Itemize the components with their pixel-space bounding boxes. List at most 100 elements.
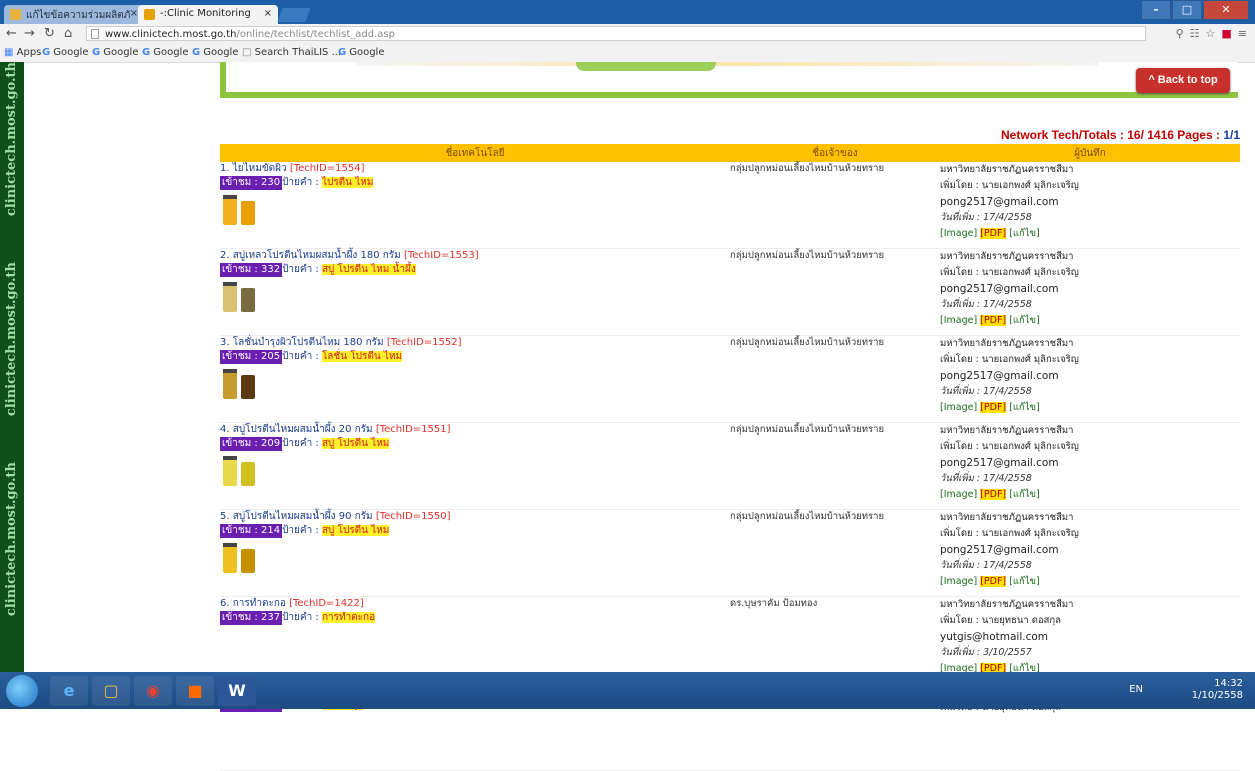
apps-icon: ▦: [4, 47, 14, 58]
edit-link[interactable]: [แก้ไข]: [1009, 315, 1040, 326]
tag-keywords[interactable]: โลชั่น โปรตีน ไหม: [321, 351, 403, 362]
tech-title-link[interactable]: 4. สบู่โปรตีนไหมผสมน้ำผึ้ง 20 กรัม: [220, 424, 373, 435]
edit-link[interactable]: [แก้ไข]: [1009, 576, 1040, 587]
tab-active[interactable]: -:Clinic Monitoring ×: [138, 5, 278, 24]
tech-id: [TechID=1550]: [375, 511, 451, 522]
view-count-badge: เข้าชม : 230: [220, 176, 283, 190]
tag-keywords[interactable]: สบู่ โปรตีน ไหม: [321, 438, 390, 449]
clock-date[interactable]: 1/10/2558: [1192, 690, 1243, 702]
tech-thumbnail[interactable]: [220, 280, 730, 314]
image-link[interactable]: [Image]: [940, 228, 977, 239]
tab-close-icon[interactable]: ×: [264, 8, 272, 19]
owner-name: กลุ่มปลูกหม่อนเลี้ยงไหมบ้านห้วยทราย: [730, 511, 885, 522]
maximize-icon[interactable]: □: [1172, 0, 1202, 20]
edit-link[interactable]: [แก้ไข]: [1009, 228, 1040, 239]
table-row: 2. สบู่เหลวโปรตีนไหมผสมน้ำผึ้ง 180 กรัม …: [220, 248, 1240, 336]
pdf-link[interactable]: [PDF]: [980, 315, 1007, 326]
image-link[interactable]: [Image]: [940, 576, 977, 587]
office-icon[interactable]: ■: [176, 676, 214, 706]
tag-keywords[interactable]: การทำตะกอ: [321, 612, 376, 623]
bookmark-star-icon[interactable]: ☆: [1206, 27, 1216, 40]
start-button[interactable]: [6, 675, 38, 707]
pdf-link[interactable]: [PDF]: [980, 402, 1007, 413]
menu-icon[interactable]: ≡: [1238, 27, 1247, 40]
pdf-link[interactable]: [PDF]: [980, 489, 1007, 500]
tech-title-link[interactable]: 5. สบู่โปรตีนไหมผสมน้ำผึ้ง 90 กรัม: [220, 511, 373, 522]
image-link[interactable]: [Image]: [940, 489, 977, 500]
tab-inactive[interactable]: แก้ไขข้อความร่วมผลิตภั ×: [4, 5, 144, 24]
language-indicator[interactable]: EN: [1129, 684, 1143, 696]
tech-thumbnail[interactable]: [220, 541, 730, 575]
back-to-top-button[interactable]: ^ Back to top: [1136, 68, 1230, 93]
tag-keywords[interactable]: ไปรตีน ไหม: [321, 177, 374, 188]
table-row: 3. โลชั่นบำรุงผิวโปรตีนไหม 180 กรัม [Tec…: [220, 335, 1240, 423]
bookmark-google[interactable]: G Google: [338, 47, 384, 58]
tags-label: ป้ายคำ :: [282, 264, 319, 275]
added-by: เพิ่มโดย : นายเอกพงศ์ มุลิกะเจริญ: [940, 441, 1079, 452]
tech-thumbnail[interactable]: [220, 193, 730, 227]
table-row: 4. สบู่โปรตีนไหมผสมน้ำผึ้ง 20 กรัม [Tech…: [220, 422, 1240, 510]
pdf-link[interactable]: [PDF]: [980, 228, 1007, 239]
edit-link[interactable]: [แก้ไข]: [1009, 489, 1040, 500]
header-pill: [576, 62, 716, 71]
word-icon[interactable]: W: [218, 676, 256, 706]
url-input[interactable]: www.clinictech.most.go.th/online/techlis…: [86, 26, 1146, 41]
owner-cell: กลุ่มปลูกหม่อนเลี้ยงไหมบ้านห้วยทราย: [730, 248, 940, 336]
bookmark-search-thailis[interactable]: □ Search ThaiLIS ...: [242, 47, 341, 58]
tag-keywords[interactable]: สบู่ โปรตีน ไหม: [321, 525, 390, 536]
bookmark-google[interactable]: G Google: [92, 47, 138, 58]
owner-name: กลุ่มปลูกหม่อนเลี้ยงไหมบ้านห้วยทราย: [730, 250, 885, 261]
view-count-badge: เข้าชม : 214: [220, 524, 283, 538]
tab-close-icon[interactable]: ×: [130, 8, 138, 19]
tech-title-link[interactable]: 2. สบู่เหลวโปรตีนไหมผสมน้ำผึ้ง 180 กรัม: [220, 250, 401, 261]
ie-icon[interactable]: e: [50, 676, 88, 706]
tech-id: [TechID=1553]: [403, 250, 479, 261]
image-link[interactable]: [Image]: [940, 402, 977, 413]
tech-title-link[interactable]: 1. ไยไหมขัดผิว: [220, 163, 287, 174]
tech-thumbnail[interactable]: [220, 454, 730, 488]
zoom-icon[interactable]: ⚲: [1176, 27, 1184, 40]
folder-icon[interactable]: ▢: [92, 676, 130, 706]
tab-label: แก้ไขข้อความร่วมผลิตภั: [26, 10, 131, 21]
tech-thumbnail[interactable]: [220, 367, 730, 401]
content-header-box: [220, 62, 1238, 98]
translate-icon[interactable]: ☷: [1190, 27, 1200, 40]
page-icon: [91, 29, 99, 39]
tech-name-cell: 3. โลชั่นบำรุงผิวโปรตีนไหม 180 กรัม [Tec…: [220, 335, 730, 423]
minimize-icon[interactable]: –: [1141, 0, 1171, 20]
windows-taskbar: e ▢ ◉ ■ W EN 14:32 1/10/2558: [0, 672, 1255, 709]
close-window-icon[interactable]: ✕: [1203, 0, 1249, 20]
image-link[interactable]: [Image]: [940, 315, 977, 326]
page-indicator[interactable]: 1/1: [1223, 128, 1240, 142]
organization: มหาวิทยาลัยราชภัฏนครราชสีมา: [940, 512, 1074, 523]
edit-link[interactable]: [แก้ไข]: [1009, 402, 1040, 413]
bookmark-google[interactable]: G Google: [42, 47, 88, 58]
date-added: วันที่เพิ่ม : 17/4/2558: [940, 560, 1032, 571]
tag-keywords[interactable]: สบู่ โปรตีน ไหม น้ำผึ้ง: [321, 264, 416, 275]
tech-name-cell: 4. สบู่โปรตีนไหมผสมน้ำผึ้ง 20 กรัม [Tech…: [220, 422, 730, 510]
pdf-link[interactable]: [PDF]: [980, 576, 1007, 587]
new-tab-button[interactable]: [277, 8, 311, 22]
owner-cell: กลุ่มปลูกหม่อนเลี้ยงไหมบ้านห้วยทราย: [730, 162, 940, 249]
reload-icon[interactable]: ↻: [44, 26, 55, 41]
date-added: วันที่เพิ่ม : 17/4/2558: [940, 299, 1032, 310]
tech-title-link[interactable]: 6. การทำตะกอ: [220, 598, 286, 609]
tech-title-link[interactable]: 3. โลชั่นบำรุงผิวโปรตีนไหม 180 กรัม: [220, 337, 384, 348]
home-icon[interactable]: ⌂: [64, 26, 72, 41]
organization: มหาวิทยาลัยราชภัฏนครราชสีมา: [940, 251, 1074, 262]
clock-time[interactable]: 14:32: [1192, 678, 1243, 690]
bookmark-apps[interactable]: ▦ Apps: [4, 47, 41, 58]
view-count-badge: เข้าชม : 209: [220, 437, 283, 451]
chrome-icon[interactable]: ◉: [134, 676, 172, 706]
extension-icon[interactable]: ■: [1221, 27, 1231, 40]
address-bar-actions: ⚲ ☷ ☆ ■ ≡: [1176, 27, 1247, 40]
tech-name-cell: 6. การทำตะกอ [TechID=1422] เข้าชม : 237 ป้…: [220, 596, 730, 684]
product-image-icon: [223, 456, 255, 486]
tags-label: ป้ายคำ :: [282, 351, 319, 362]
forward-arrow-icon[interactable]: →: [24, 26, 35, 41]
url-host: www.clinictech.most.go.th: [105, 29, 237, 40]
back-arrow-icon[interactable]: ←: [6, 26, 17, 41]
bookmark-google[interactable]: G Google: [142, 47, 188, 58]
bookmark-google[interactable]: G Google: [192, 47, 238, 58]
email: pong2517@gmail.com: [940, 370, 1059, 382]
